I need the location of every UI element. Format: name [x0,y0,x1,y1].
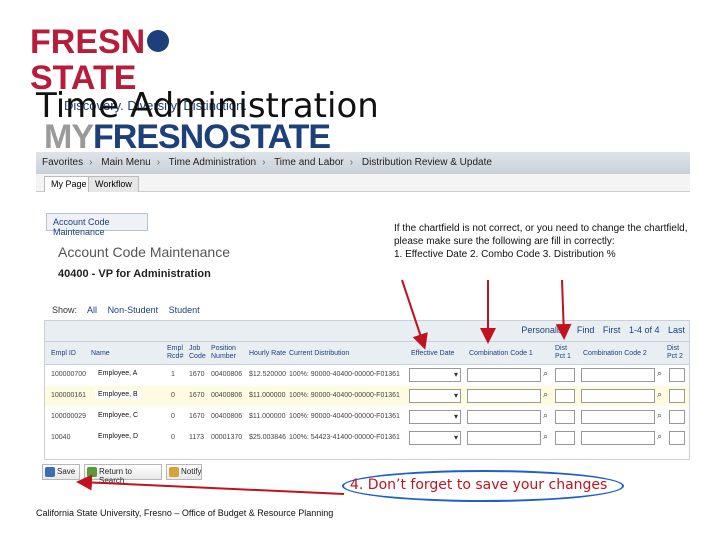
annotation-arrows [76,279,572,495]
arrow-effective-date [401,279,428,350]
arrow-distribution-pct [555,279,572,340]
arrow-save [76,474,345,495]
